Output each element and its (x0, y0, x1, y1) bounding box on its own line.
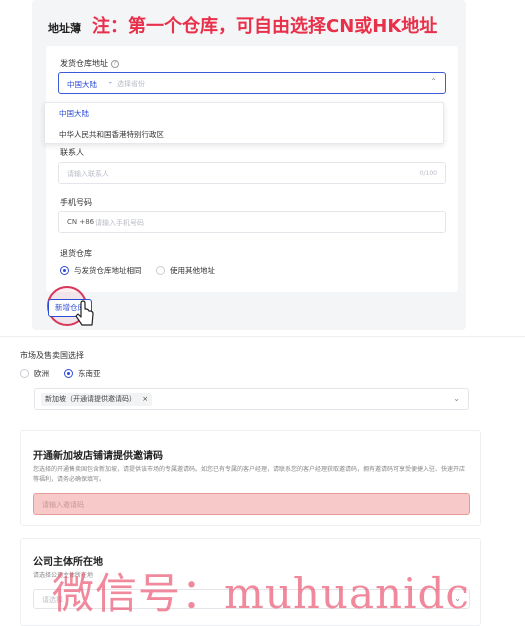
invite-description: 您选择的开通售卖国包含新加坡，请提供该市场的专属邀请码。如您已有专属的客户经理，… (33, 466, 466, 483)
dropdown-option-hongkong[interactable]: 中华人民共和国香港特别行政区 (45, 124, 443, 145)
chevron-down-icon[interactable]: ⌄ (453, 394, 460, 403)
phone-country-prefix[interactable]: CN +86 (67, 218, 94, 226)
shipping-address-label: 发货仓库地址? (60, 58, 119, 69)
region-dropdown: 中国大陆 中华人民共和国香港特别行政区 (44, 102, 444, 144)
contact-input[interactable]: 请输入联系人 0/100 (58, 162, 446, 184)
radio-other-address[interactable]: 使用其他地址 (156, 265, 215, 276)
phone-label: 手机号码 (60, 198, 92, 207)
address-book-title: 地址薄 (48, 22, 81, 35)
warehouse-form: 发货仓库地址? 中国大陆 - 选择省份 ⌃ 联系人 请输入联系人 0/100 手… (46, 46, 458, 292)
phone-placeholder: 请输入手机号码 (95, 219, 144, 227)
selected-region: 中国大陆 (67, 80, 97, 89)
phone-input[interactable]: CN +86 请输入手机号码 (58, 211, 446, 233)
contact-label: 联系人 (60, 148, 84, 157)
invite-title: 开通新加坡店铺请提供邀请码 (33, 451, 163, 462)
watermark: 微信号：muhuanidc (52, 569, 470, 618)
market-label: 市场及售卖国选择 (20, 351, 84, 360)
help-circle-icon[interactable]: ? (111, 59, 119, 68)
char-counter: 0/100 (419, 170, 437, 177)
pointer-cursor-icon (75, 300, 94, 326)
region-separator: - (109, 78, 112, 87)
radio-checked-icon (60, 266, 69, 275)
return-warehouse-radios: 与发货仓库地址相同 使用其他地址 (60, 265, 360, 277)
dropdown-option-mainland[interactable]: 中国大陆 (45, 103, 443, 124)
section-divider (0, 336, 525, 337)
radio-checked-icon (64, 369, 73, 378)
invite-code-input[interactable]: 请输入邀请码 (33, 493, 470, 515)
annotation-note: 注：第一个仓库，可自由选择CN或HK地址 (92, 16, 438, 37)
radio-unchecked-icon (20, 369, 29, 378)
radio-same-address[interactable]: 与发货仓库地址相同 (60, 265, 142, 276)
close-icon[interactable]: × (142, 395, 148, 403)
radio-unchecked-icon (156, 266, 165, 275)
radio-southeast-asia[interactable]: 东南亚 (64, 368, 101, 379)
invite-placeholder: 请输入邀请码 (42, 501, 84, 509)
province-placeholder: 选择省份 (117, 80, 145, 88)
country-multiselect[interactable]: 新加坡（开通请提供邀请码） × ⌄ (34, 388, 469, 410)
shipping-region-select[interactable]: 中国大陆 - 选择省份 ⌃ (58, 72, 446, 94)
radio-europe[interactable]: 欧洲 (20, 368, 49, 379)
address-book-panel: 地址薄 注：第一个仓库，可自由选择CN或HK地址 发货仓库地址? 中国大陆 - … (32, 0, 466, 330)
contact-placeholder: 请输入联系人 (67, 170, 109, 178)
chevron-up-icon[interactable]: ⌃ (430, 77, 437, 86)
country-tag-singapore: 新加坡（开通请提供邀请码） × (41, 393, 153, 406)
market-radios: 欧洲 东南亚 (20, 368, 320, 380)
return-warehouse-label: 退货仓库 (60, 249, 92, 258)
invite-code-card: 开通新加坡店铺请提供邀请码 您选择的开通售卖国包含新加坡，请提供该市场的专属邀请… (20, 430, 481, 526)
